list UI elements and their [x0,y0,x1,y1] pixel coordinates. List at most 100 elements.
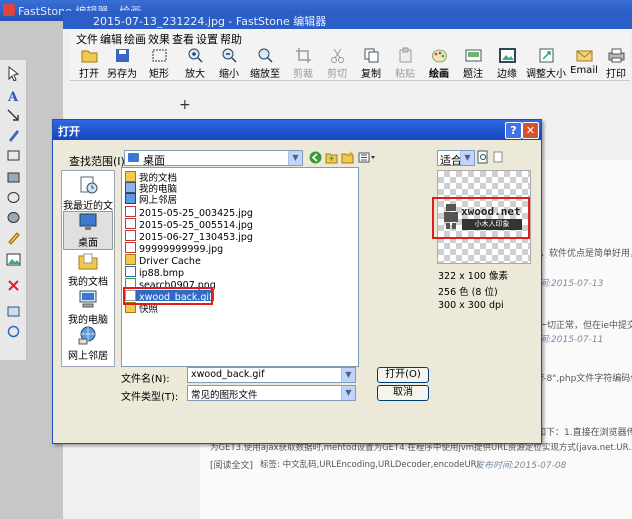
pen-tool-icon[interactable] [6,128,21,143]
menu-effects[interactable]: 效果 [148,31,170,47]
bg-text-line: tf-8",php文件字符编码作 [537,374,632,384]
crop-icon [295,48,311,63]
open-button[interactable]: 打开 [74,46,104,80]
arrow-tool-icon[interactable] [6,108,21,123]
preview-info-icon[interactable] [493,151,503,163]
view-menu-icon[interactable] [358,151,376,164]
jpg-file-icon [125,218,136,229]
email-button[interactable]: Email [570,46,598,80]
menu-draw[interactable]: 绘画 [124,31,146,47]
jpg-file-icon [125,206,136,217]
preview-logo-text: xwood.net [461,205,521,218]
copy-button[interactable]: 复制 [356,46,386,80]
menu-view[interactable]: 查看 [172,31,194,47]
border-icon [498,48,516,63]
place-desktop[interactable]: 桌面 [63,211,113,250]
menu-help[interactable]: 帮助 [220,31,242,47]
preview-logo-subtext: 小木人印象 [462,219,522,230]
bmp-file-icon [125,266,136,277]
save-as-button[interactable]: 另存为 [106,46,138,80]
menu-file[interactable]: 文件 [76,31,98,47]
highlighter-tool-icon[interactable] [6,230,21,245]
refresh-tool-icon[interactable] [6,324,21,339]
caption-icon [465,49,481,62]
back-icon[interactable] [309,151,322,164]
preview-fit-dropdown[interactable]: 适合 ▼ [437,150,475,167]
list-item[interactable]: 2015-05-25_003425.jpg [125,206,253,219]
print-button[interactable]: 打印 [602,46,630,80]
copy-icon [364,48,378,63]
look-in-dropdown[interactable]: 桌面 ▼ [124,150,303,167]
close-red-icon[interactable] [6,278,21,293]
folder-icon [125,171,136,182]
list-item[interactable]: Driver Cache [125,254,201,267]
place-my-documents[interactable]: 我的文档 [62,251,114,288]
image-colors: 256 色 (8 位) [438,287,498,298]
resize-button[interactable]: 调整大小 [526,46,566,80]
ellipse-tool-icon[interactable] [6,190,21,205]
chevron-down-icon[interactable]: ▼ [460,151,474,165]
bg-read-more-link[interactable]: [阅读全文] [210,458,253,471]
close-button[interactable]: ✕ [522,122,539,139]
preview-fit-value: 适合 [440,154,462,167]
paste-button[interactable]: 粘贴 [390,46,420,80]
file-list[interactable]: 我的文档 我的电脑 网上邻居 2015-05-25_003425.jpg 201… [121,167,359,367]
chevron-down-icon[interactable]: ▼ [341,368,355,382]
menu-settings[interactable]: 设置 [196,31,218,47]
place-network[interactable]: 网上邻居 [62,325,114,362]
places-bar: 我最近的文档 桌面 我的文档 我的电脑 网上邻居 [61,170,115,367]
zoom-out-icon [222,48,237,63]
filled-ellipse-tool-icon[interactable] [6,210,21,225]
printer-icon [608,48,624,63]
zoom-to-icon [258,48,273,63]
open-file-button[interactable]: 打开(O) [377,367,429,383]
list-item[interactable]: ip88.bmp [125,266,184,279]
filled-rectangle-tool-icon[interactable] [6,170,21,185]
menu-edit[interactable]: 编辑 [100,31,122,47]
bg-text-line: 一切正常，但在ie中提交事 [538,321,632,331]
look-in-value: 桌面 [143,154,165,167]
zoom-in-button[interactable]: 放大 [180,46,210,80]
preview-zoom-icon[interactable] [477,150,489,164]
chevron-down-icon[interactable]: ▼ [288,151,302,165]
rectangle-tool-icon[interactable] [6,148,21,163]
cut-button[interactable]: 剪切 [322,46,352,80]
dialog-title: 打开 [58,125,80,138]
svg-text:A: A [7,90,19,103]
list-item[interactable]: 我的电脑 [125,182,177,195]
crop-button[interactable]: 剪裁 [288,46,318,80]
filename-label: 文件名(N): [121,374,170,385]
list-item[interactable]: 2015-06-27_130453.jpg [125,230,253,243]
up-folder-icon[interactable] [325,151,338,164]
window-tool-icon[interactable] [6,304,21,319]
my-documents-folder-icon [78,253,98,270]
border-button[interactable]: 边缘 [492,46,522,80]
caption-button[interactable]: 题注 [458,46,488,80]
draw-button[interactable]: 绘画 [424,46,454,80]
pointer-tool-icon[interactable] [6,66,21,81]
filename-input[interactable]: xwood_back.gif ▼ [187,367,356,383]
look-in-label: 查找范围(I): [69,155,129,168]
desktop-icon [128,153,139,162]
zoom-in-icon [188,48,203,63]
text-tool-icon[interactable]: A [6,88,21,103]
network-icon [78,326,96,345]
zoom-to-button[interactable]: 缩放至 [248,46,282,80]
computer-icon [125,182,136,193]
list-item[interactable]: 2015-05-25_005514.jpg [125,218,253,231]
help-button[interactable]: ? [505,122,522,139]
filetype-dropdown[interactable]: 常见的图形文件 ▼ [187,385,356,401]
chevron-down-icon[interactable]: ▼ [341,386,355,400]
cancel-button[interactable]: 取消 [377,385,429,401]
list-item[interactable]: 我的文档 [125,171,177,184]
zoom-out-button[interactable]: 缩小 [214,46,244,80]
robot-logo-icon [444,204,458,229]
image-tool-icon[interactable] [6,252,21,267]
list-item[interactable]: 99999999999.jpg [125,242,223,255]
filetype-value: 常见的图形文件 [191,390,258,401]
resize-icon [539,48,553,63]
new-folder-icon[interactable] [341,151,354,164]
rectangle-select-button[interactable]: 矩形 [144,46,174,80]
place-my-computer[interactable]: 我的电脑 [62,289,114,326]
list-item[interactable]: 网上邻居 [125,193,177,206]
